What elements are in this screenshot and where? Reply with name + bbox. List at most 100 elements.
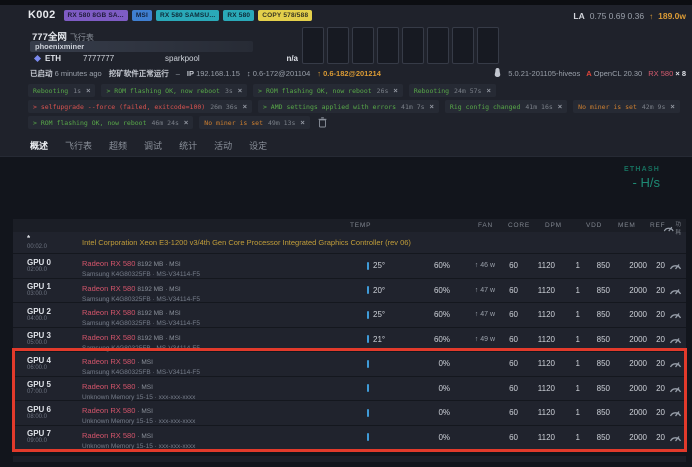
os-version: 5.0.21-201105-hiveos (508, 69, 580, 78)
gpu-bus-id: 05:00.0 (27, 340, 82, 347)
la-label: LA (573, 11, 584, 21)
gpu-name-link[interactable]: Radeon RX 580 (82, 333, 135, 342)
gpu-row-0: GPU 002:00.0 Radeon RX 5808192 MB · MSIS… (13, 254, 686, 279)
gpu-fan: 60 (495, 359, 518, 368)
event-text: Rebooting (33, 87, 68, 95)
gpu-vdd: 850 (580, 310, 610, 319)
clear-events-trash-icon[interactable] (318, 117, 327, 128)
event-pill: No miner is set49m 13s× (199, 116, 310, 129)
tag-msi[interactable]: MSI (132, 10, 152, 21)
tag-copy[interactable]: COPY 578/588 (258, 10, 312, 21)
gpu-power-gauge-icon[interactable] (665, 384, 686, 393)
gpu-mem-clock: 2000 (610, 335, 647, 344)
gpu-ref: 20 (647, 384, 665, 393)
gpu-power-gauge-icon[interactable] (665, 286, 686, 295)
gpu-mem-clock: 2000 (610, 261, 647, 270)
dismiss-event-icon[interactable]: × (300, 118, 304, 127)
tab-flight-sheets[interactable]: 飞行表 (65, 136, 92, 156)
dismiss-event-icon[interactable]: × (393, 86, 397, 95)
tab-stats[interactable]: 统计 (179, 136, 197, 156)
gpu-fan-pct: 0% (408, 433, 450, 442)
gpu-row-4: GPU 406:00.0 Radeon RX 580· MSISamsung K… (13, 352, 686, 377)
event-pill: Rig config changed41m 16s× (445, 100, 567, 113)
power-up-arrow-icon: ↑ (649, 12, 653, 21)
gpu-row-7: GPU 709:00.0 Radeon RX 580· MSIUnknown M… (13, 426, 686, 451)
gpu-name-link[interactable]: Radeon RX 580 (82, 357, 135, 366)
gpu-slot-4[interactable] (402, 27, 424, 64)
gpu-power-gauge-icon[interactable] (665, 261, 686, 270)
tab-activity[interactable]: 活动 (214, 136, 232, 156)
gpu-name-link[interactable]: Radeon RX 580 (82, 259, 135, 268)
gpu-core-clock: 1120 (518, 408, 555, 417)
event-time: 41m 16s (525, 103, 552, 111)
tab-overview[interactable]: 概述 (30, 136, 48, 156)
gpu-power-gauge-icon[interactable] (665, 433, 686, 442)
gpu-core-clock: 1120 (518, 310, 555, 319)
gpu-name-link[interactable]: Radeon RX 580 (82, 406, 135, 415)
worker-tabs: 概述 飞行表 超频 调试 统计 活动 设定 (0, 136, 692, 156)
dismiss-event-icon[interactable]: × (184, 118, 188, 127)
gpu-slot-2[interactable] (352, 27, 374, 64)
gpu-temp: 21° (373, 335, 385, 344)
update-version[interactable]: 0.6-182@201214 (323, 69, 381, 78)
gpu-name-link[interactable]: Radeon RX 580 (82, 284, 135, 293)
dismiss-event-icon[interactable]: × (238, 86, 242, 95)
gpu-fan: 60 (495, 261, 518, 270)
gpu-dpm: 1 (555, 359, 580, 368)
gpu-name-link[interactable]: Radeon RX 580 (82, 308, 135, 317)
event-text: > ROM flashing OK, now reboot (258, 87, 372, 95)
gpu-slot-5[interactable] (427, 27, 449, 64)
gpu-power-gauge-icon[interactable] (665, 335, 686, 344)
gpu-power: ↑ 47 w (450, 311, 495, 318)
gpu-row-6: GPU 608:00.0 Radeon RX 580· MSIUnknown M… (13, 401, 686, 426)
gpu-ref: 20 (647, 433, 665, 442)
gpu-mem-clock: 2000 (610, 433, 647, 442)
dismiss-event-icon[interactable]: × (486, 86, 490, 95)
gpu-ref: 20 (647, 261, 665, 270)
ip-address[interactable]: 192.168.1.15 (196, 69, 240, 78)
gpu-temp: 25° (373, 261, 385, 270)
dismiss-event-icon[interactable]: × (670, 102, 674, 111)
thermometer-icon (367, 384, 369, 392)
gpu-slot-indicators (302, 27, 499, 64)
gpu-slot-0[interactable] (302, 27, 324, 64)
gpu-fan: 60 (495, 433, 518, 442)
gpu-fan-pct: 60% (408, 310, 450, 319)
dismiss-event-icon[interactable]: × (243, 102, 247, 111)
tag-rx580-samsung[interactable]: RX 580 SAMSU... (156, 10, 219, 21)
gpu-bus-id: 07:00.0 (27, 389, 82, 396)
event-time: 24m 57s (454, 87, 481, 95)
gpu-slot-6[interactable] (452, 27, 474, 64)
tab-debug[interactable]: 调试 (144, 136, 162, 156)
gpu-slot-3[interactable] (377, 27, 399, 64)
tab-settings[interactable]: 设定 (249, 136, 267, 156)
gpu-dpm: 1 (555, 286, 580, 295)
tag-rx580-8gb[interactable]: RX 580 8GB SA... (64, 10, 128, 21)
dismiss-event-icon[interactable]: × (430, 102, 434, 111)
tag-rx580[interactable]: RX 580 (223, 10, 254, 21)
gpu-power-gauge-icon[interactable] (665, 359, 686, 368)
gpu-power-gauge-icon[interactable] (665, 408, 686, 417)
gpu-count: × 8 (675, 69, 686, 78)
tab-overclocking[interactable]: 超频 (109, 136, 127, 156)
amd-logo-mark: A (586, 69, 591, 78)
gpu-model[interactable]: RX 580 (648, 69, 673, 78)
gpu-name-link[interactable]: Radeon RX 580 (82, 382, 135, 391)
gpu-dpm: 1 (555, 384, 580, 393)
dismiss-event-icon[interactable]: × (86, 86, 90, 95)
gpu-slot-1[interactable] (327, 27, 349, 64)
event-time: 49m 13s (268, 119, 295, 127)
miner-name-bar[interactable]: phoenixminer (30, 41, 253, 52)
gpu-power-gauge-icon[interactable] (665, 310, 686, 319)
event-text: Rebooting (414, 87, 449, 95)
hashrate-na: n/a (272, 54, 298, 63)
gpu-bus-id: 02:00.0 (27, 267, 82, 274)
uptime: 6 minutes ago (55, 69, 102, 78)
gpu-slot-7[interactable] (477, 27, 499, 64)
gpu-name-suffix: 8192 MB · MSI (137, 286, 180, 293)
gpu-dpm: 1 (555, 408, 580, 417)
dismiss-event-icon[interactable]: × (558, 102, 562, 111)
gpu-fan: 60 (495, 335, 518, 344)
gpu-name-link[interactable]: Radeon RX 580 (82, 431, 135, 440)
gpu-fan: 60 (495, 408, 518, 417)
